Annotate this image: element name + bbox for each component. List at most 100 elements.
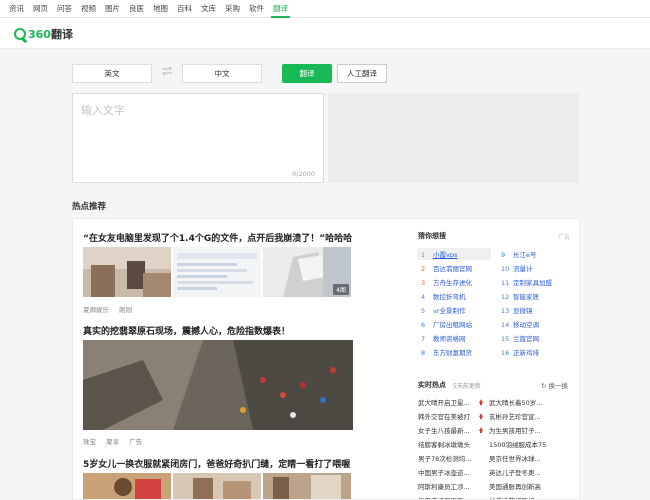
guess-item[interactable]: 5 vr全景制作 — [421, 305, 466, 315]
realtime-item[interactable]: 女子生八孩最新... — [418, 425, 470, 435]
guess-item[interactable]: 10 流量计 — [501, 263, 533, 273]
logo[interactable]: 360 翻译 — [14, 26, 73, 42]
article-1-image-3[interactable]: 4图 — [263, 247, 351, 297]
nav-item-2[interactable]: 问答 — [57, 0, 72, 18]
rank-number: 11 — [501, 279, 510, 287]
rank-number: 16 — [501, 349, 510, 357]
door-photo — [263, 473, 351, 499]
swap-arrows-icon — [161, 66, 173, 76]
guess-item-label: 教师资格网 — [433, 335, 466, 343]
article-2-image[interactable] — [83, 340, 353, 430]
guess-item[interactable]: 6 厂房出租网站 — [421, 319, 472, 329]
article-3-image-3[interactable] — [263, 473, 351, 499]
target-language-button[interactable]: 中文 — [182, 64, 262, 83]
human-translation-button[interactable]: 人工翻译 — [337, 64, 387, 83]
swap-languages-icon[interactable] — [161, 66, 173, 78]
article-3-image-2[interactable] — [173, 473, 261, 499]
article-title-2[interactable]: 真实的挖翡翠原石现场，震撼人心，危险指数爆表！ — [83, 324, 290, 337]
section-title-hot: 热点推荐 — [72, 202, 107, 212]
rank-number: 7 — [421, 335, 426, 343]
room-photo-2 — [173, 473, 261, 499]
source-text-input[interactable]: 输入文字 0/2000 — [72, 93, 324, 183]
hot-feed: “在女友电脑里发现了个1.4个G的文件，点开后我崩溃了！”哈哈哈 4图 夏卿娱乐… — [72, 218, 580, 500]
nav-item-3[interactable]: 视频 — [81, 0, 96, 18]
nav-item-0[interactable]: 资讯 — [9, 0, 24, 18]
realtime-item[interactable]: 阿斯利康员工涉... — [418, 481, 470, 491]
realtime-item[interactable]: 玄彬孙艺珍官宣... — [489, 411, 541, 421]
guess-item[interactable]: 13 显微镜 — [501, 305, 533, 315]
article-source[interactable]: 聚享 — [106, 438, 119, 446]
rank-number: 9 — [501, 251, 506, 259]
guess-item[interactable]: 11 定制家具加盟 — [501, 277, 552, 287]
rank-number: 10 — [501, 265, 510, 273]
guess-item[interactable]: 4 数控折弯机 — [421, 291, 466, 301]
guess-item-label: 小霞vps — [433, 251, 458, 259]
guess-item[interactable]: 14 移动空调 — [501, 319, 539, 329]
nav-item-7[interactable]: 百科 — [177, 0, 192, 18]
realtime-item[interactable]: 武大晴长着50岁... — [489, 397, 542, 407]
nav-item-5[interactable]: 良医 — [129, 0, 144, 18]
realtime-item[interactable]: 星巴克被罚百万 — [418, 495, 464, 499]
guess-item-label: 方舟生存进化 — [433, 279, 472, 287]
mining-photo — [83, 340, 353, 430]
guess-item-label: 数控折弯机 — [433, 293, 466, 301]
translate-button[interactable]: 翻译 — [282, 64, 332, 83]
guess-item[interactable]: 1 小霞vps — [421, 249, 457, 259]
guess-item-label: 正新鸡排 — [513, 349, 539, 357]
nav-item-9[interactable]: 采购 — [225, 0, 240, 18]
article-1-image-1[interactable] — [83, 247, 171, 297]
realtime-item[interactable]: 为生男孩用钉子... — [489, 425, 541, 435]
article-3-image-1[interactable] — [83, 473, 171, 499]
realtime-item[interactable]: 1500羽绒服成本75 — [489, 439, 546, 449]
nav-item-4[interactable]: 图片 — [105, 0, 120, 18]
guess-item[interactable]: 9 长江e号 — [501, 249, 537, 259]
article-source[interactable]: 夏卿娱乐 — [83, 306, 109, 314]
realtime-item[interactable]: 谷爱凌苏翊鸣纪... — [489, 495, 541, 499]
article-title-1[interactable]: “在女友电脑里发现了个1.4个G的文件，点开后我崩溃了！”哈哈哈 — [83, 231, 352, 244]
realtime-item[interactable]: 中国男子冰壶逆... — [418, 467, 470, 477]
guess-item-label: 厂房出租网站 — [433, 321, 472, 329]
guess-item[interactable]: 8 东方财富期货 — [421, 347, 472, 357]
screenshot-photo — [173, 247, 261, 297]
nav-item-8[interactable]: 文库 — [201, 0, 216, 18]
rank-number: 5 — [421, 307, 426, 315]
guess-item-label: 移动空调 — [513, 321, 539, 329]
guess-item[interactable]: 15 兰蔻官网 — [501, 333, 539, 343]
nav-item-11[interactable]: 翻译 — [271, 0, 290, 18]
family-photo — [83, 473, 171, 499]
guess-item[interactable]: 2 百达翡丽官网 — [421, 263, 472, 273]
article-title-3[interactable]: 5岁女儿一换衣服就紧闭房门，爸爸好奇扒门缝，定睛一看打了喂喔 — [83, 457, 350, 470]
nav-item-6[interactable]: 地图 — [153, 0, 168, 18]
article-1-image-2[interactable] — [173, 247, 261, 297]
realtime-item[interactable]: 吴京任世界冰球... — [489, 453, 541, 463]
guess-item[interactable]: 16 正新鸡排 — [501, 347, 539, 357]
realtime-item[interactable]: 武大晴开启卫冕... — [418, 397, 470, 407]
article-category[interactable]: 珠宝 — [83, 438, 96, 446]
guess-item[interactable]: 12 智能家居 — [501, 291, 539, 301]
header: 360 翻译 — [0, 18, 650, 49]
guess-item-label: 显微镜 — [513, 307, 533, 315]
realtime-item[interactable]: 英达儿子登冬奥... — [489, 467, 541, 477]
realtime-item[interactable]: 韩外交官在美被打 — [418, 411, 470, 421]
char-counter: 0/2000 — [292, 170, 315, 178]
nav-item-10[interactable]: 软件 — [249, 0, 264, 18]
trending-up-icon — [479, 399, 483, 405]
nav-item-1[interactable]: 网页 — [33, 0, 48, 18]
realtime-item[interactable]: 男子78次检测均... — [418, 453, 471, 463]
input-placeholder: 输入文字 — [81, 104, 125, 117]
guess-item-label: 流量计 — [513, 265, 533, 273]
guess-item[interactable]: 7 教师资格网 — [421, 333, 466, 343]
ad-label: 广告 — [129, 438, 143, 446]
realtime-item[interactable]: 结膀客剩冰墩墩头 — [418, 439, 470, 449]
guess-item-label: 定制家具加盟 — [513, 279, 552, 287]
guess-item-label: 东方财富期货 — [433, 349, 472, 357]
logo-number: 360 — [28, 27, 51, 41]
logo-text: 翻译 — [50, 28, 73, 41]
guess-item[interactable]: 3 方舟生存进化 — [421, 277, 472, 287]
ad-label: 广告 — [558, 234, 571, 241]
realtime-item[interactable]: 美国通胀再创新高 — [489, 481, 541, 491]
refresh-icon: ↻ — [541, 382, 547, 390]
refresh-button[interactable]: ↻ 换一换 — [541, 380, 568, 390]
article-1-meta: 夏卿娱乐 刚刚 — [83, 304, 140, 314]
source-language-button[interactable]: 英文 — [72, 64, 152, 83]
